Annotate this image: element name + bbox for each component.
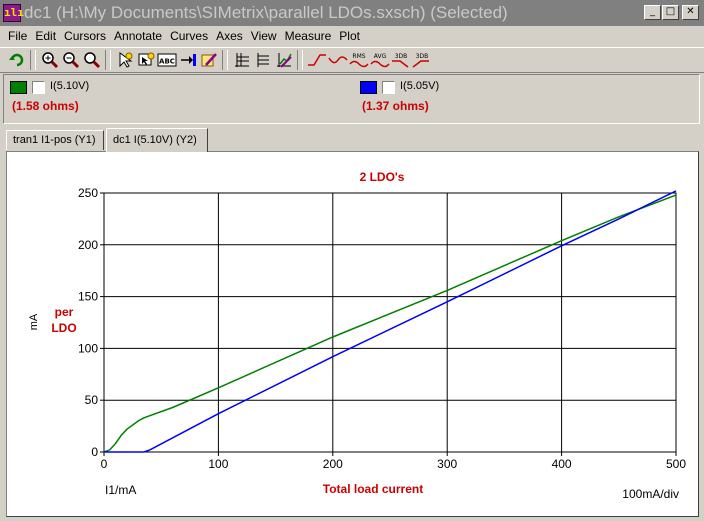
axis-grid-icon[interactable] (231, 50, 252, 71)
rise-icon[interactable] (306, 50, 327, 71)
3db-low-icon[interactable]: 3DB (390, 50, 411, 71)
menu-file[interactable]: File (4, 29, 31, 43)
legend-select-checkbox[interactable] (32, 81, 45, 94)
cursor-step-icon[interactable] (135, 50, 156, 71)
rms-icon[interactable]: RMS (348, 50, 369, 71)
svg-text:3DB: 3DB (395, 53, 408, 60)
toolbar-separator (30, 50, 36, 70)
y-tick-label: 200 (78, 238, 98, 252)
svg-text:RMS: RMS (352, 53, 365, 60)
menu-axes[interactable]: Axes (212, 29, 247, 43)
tab-dc1[interactable]: dc1 I(5.10V) (Y2) (106, 128, 208, 152)
toolbar-separator (297, 50, 303, 70)
legend-panel: I(5.10V) (1.58 ohms) I(5.05V) (1.37 ohms… (3, 74, 700, 124)
legend-label: I(5.05V) (400, 80, 440, 92)
legend-color-swatch[interactable] (360, 81, 377, 94)
plot-area[interactable]: 0 100 200 300 400 500 0 50 100 150 200 250 2 LDO's mA… (6, 151, 699, 517)
legend-entry: I(5.10V) (1.58 ohms) (10, 79, 210, 119)
tab-tran1[interactable]: tran1 I1-pos (Y1) (6, 130, 104, 150)
menu-bar: File Edit Cursors Annotate Curves Axes V… (0, 26, 704, 46)
y-axis-label-line2: LDO (51, 321, 76, 335)
zoom-fit-icon[interactable] (81, 50, 102, 71)
app-logo-icon[interactable]: ılı (3, 4, 24, 22)
x-unit-label: I1/mA (105, 483, 136, 497)
chart-svg[interactable]: 0 100 200 300 400 500 0 50 100 150 200 250 2 LDO's mA… (7, 152, 698, 516)
x-tick-label: 500 (666, 457, 686, 471)
y-tick-label: 100 (78, 341, 98, 355)
undo-arrow-icon[interactable] (6, 50, 27, 71)
maximize-button[interactable]: □ (662, 5, 679, 20)
toolbar: ABC RMS AVG 3DB 3DB (0, 47, 704, 73)
menu-view[interactable]: View (247, 29, 281, 43)
menu-annotate[interactable]: Annotate (110, 29, 166, 43)
menu-measure[interactable]: Measure (281, 29, 336, 43)
x-scale-label: 100mA/div (622, 487, 679, 501)
menu-edit[interactable]: Edit (31, 29, 60, 43)
legend-select-checkbox[interactable] (382, 81, 395, 94)
series-line-1 (103, 194, 677, 453)
legend-entry: I(5.05V) (1.37 ohms) (360, 79, 560, 119)
title-bar[interactable]: ılı dc1 (H:\My Documents\SIMetrix\parall… (0, 0, 704, 26)
y-unit-label: mA (28, 313, 40, 330)
y-tick-label: 50 (85, 393, 99, 407)
x-tick-label: 0 (101, 457, 108, 471)
legend-label: I(5.10V) (50, 80, 90, 92)
svg-text:ABC: ABC (159, 58, 175, 66)
chart-title: 2 LDO's (360, 170, 405, 184)
annotate-abc-icon[interactable]: ABC (156, 50, 177, 71)
menu-cursors[interactable]: Cursors (60, 29, 110, 43)
close-button[interactable]: ✕ (682, 5, 699, 20)
legend-value: (1.58 ohms) (12, 99, 79, 113)
axis-auto-icon[interactable] (273, 50, 294, 71)
x-tick-label: 300 (437, 457, 457, 471)
toolbar-separator (222, 50, 228, 70)
window-title: dc1 (H:\My Documents\SIMetrix\parallel L… (24, 3, 508, 22)
avg-icon[interactable]: AVG (369, 50, 390, 71)
cursor-icon[interactable] (114, 50, 135, 71)
zoom-out-icon[interactable] (60, 50, 81, 71)
svg-text:3DB: 3DB (416, 53, 429, 60)
x-tick-label: 100 (208, 457, 228, 471)
fall-icon[interactable] (327, 50, 348, 71)
series-line-2 (104, 190, 677, 453)
app-window: ılı dc1 (H:\My Documents\SIMetrix\parall… (0, 0, 704, 521)
minimize-button[interactable]: _ (644, 5, 661, 20)
y-tick-label: 0 (91, 445, 98, 459)
svg-text:AVG: AVG (374, 53, 387, 60)
axis-stack-icon[interactable] (252, 50, 273, 71)
x-tick-label: 200 (323, 457, 343, 471)
y-tick-label: 150 (78, 290, 98, 304)
y-tick-label: 250 (78, 186, 98, 200)
legend-value: (1.37 ohms) (362, 99, 429, 113)
zoom-in-icon[interactable] (39, 50, 60, 71)
x-tick-label: 400 (552, 457, 572, 471)
edit-icon[interactable] (198, 50, 219, 71)
menu-plot[interactable]: Plot (335, 29, 364, 43)
legend-color-swatch[interactable] (10, 81, 27, 94)
menu-curves[interactable]: Curves (166, 29, 212, 43)
y-axis-label-line1: per (55, 305, 74, 319)
3db-high-icon[interactable]: 3DB (411, 50, 432, 71)
x-axis-label: Total load current (323, 482, 423, 496)
toolbar-separator (105, 50, 111, 70)
move-curve-icon[interactable] (177, 50, 198, 71)
